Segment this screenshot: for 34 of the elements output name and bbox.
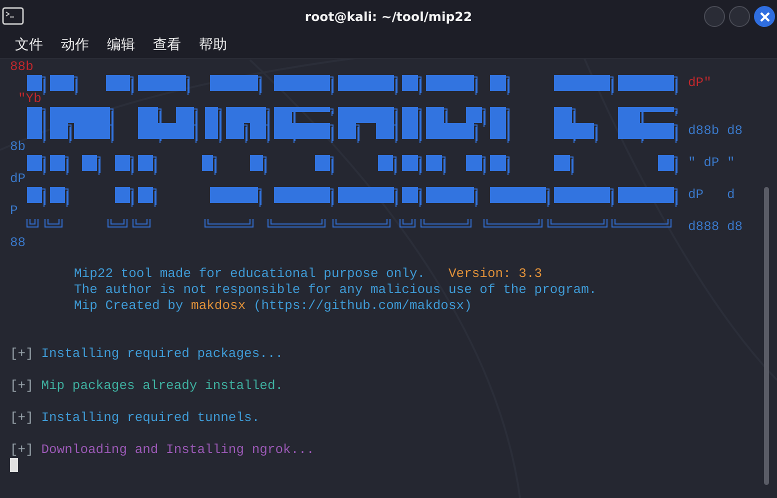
status-bracket: [+] <box>10 410 34 426</box>
banner-text: 88 <box>10 235 27 251</box>
menu-item[interactable]: 查看 <box>153 36 181 54</box>
status-bracket: [+] <box>10 442 34 458</box>
menu-item[interactable]: 文件 <box>15 36 43 54</box>
menu-item[interactable]: 编辑 <box>107 36 135 54</box>
banner-text: "Yb <box>17 91 42 107</box>
banner-text: dP" <box>688 75 712 91</box>
banner-text: " dP " <box>688 155 736 171</box>
status-bracket: [+] <box>10 378 34 394</box>
status-bracket: [+] <box>10 346 34 362</box>
info-line: Mip Created by makdosx (https://github.com/makdosx) <box>74 298 473 314</box>
info-line: Mip22 tool made for educational purpose only. Version: 3.3 <box>74 266 544 282</box>
banner-text: dP d <box>688 187 736 203</box>
banner-text: d88b d8 <box>688 123 743 139</box>
menu-item[interactable]: 帮助 <box>199 36 227 54</box>
info-line: The author is not responsible for any malicious use of the program. <box>74 282 598 298</box>
terminal-icon <box>2 7 24 25</box>
status-message: Installing required packages... <box>41 346 284 362</box>
minimize-button[interactable] <box>704 6 725 27</box>
status-message: Mip packages already installed. <box>41 378 284 394</box>
menu-item[interactable]: 动作 <box>61 36 89 54</box>
window-title: root@kali: ~/tool/mip22 <box>304 8 472 24</box>
banner-text: d888 d8 <box>688 219 743 235</box>
banner-text: dP <box>10 171 27 187</box>
text-cursor <box>10 458 18 472</box>
status-message: Downloading and Installing ngrok... <box>41 442 314 458</box>
close-button[interactable] <box>754 6 775 27</box>
status-message: Installing required tunnels. <box>41 410 260 426</box>
banner-text: 8b <box>10 139 27 155</box>
banner-text: 88b <box>10 59 34 75</box>
close-icon <box>760 12 770 22</box>
banner-text: P <box>10 203 19 219</box>
scrollbar[interactable] <box>764 187 769 485</box>
